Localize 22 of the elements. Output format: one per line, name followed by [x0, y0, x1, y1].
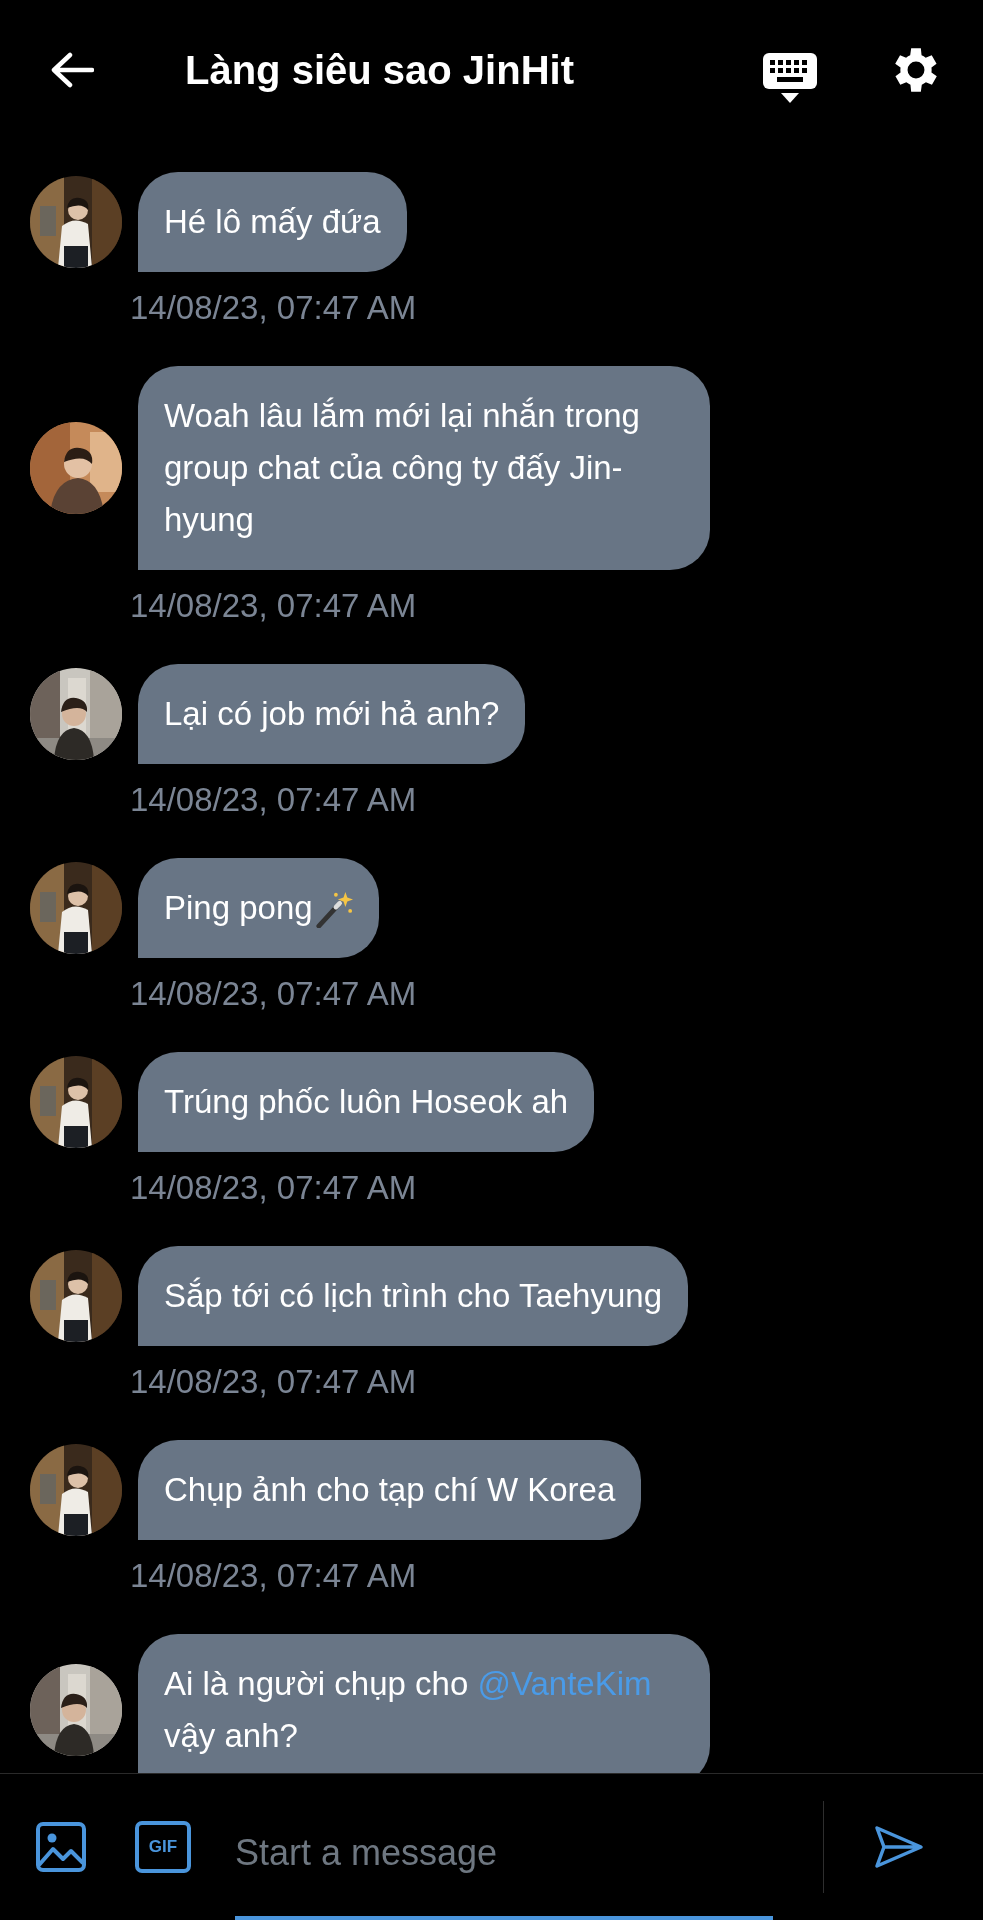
- timestamp: 14/08/23, 07:47 AM: [130, 288, 418, 328]
- timestamp: 14/08/23, 07:47 AM: [130, 780, 418, 820]
- timestamp: 14/08/23, 07:47 AM: [130, 586, 418, 626]
- chat-title: Làng siêu sao JinHit: [185, 47, 575, 93]
- timestamp: 14/08/23, 07:47 AM: [130, 974, 418, 1014]
- message-input[interactable]: Start a message: [235, 1774, 773, 1920]
- message-text: Hé lô mấy đứa: [164, 202, 381, 242]
- send-icon[interactable]: [874, 1825, 924, 1869]
- timestamp: 14/08/23, 07:47 AM: [130, 1168, 418, 1208]
- image-icon[interactable]: [35, 1821, 87, 1873]
- message-text: Woah lâu lắm mới lại nhắn trong group chat của công ty đấy Jin-hyung: [164, 396, 641, 540]
- timestamp: 14/08/23, 07:47 AM: [130, 1362, 418, 1402]
- back-icon[interactable]: [50, 52, 94, 88]
- gif-button[interactable]: GIF: [135, 1821, 191, 1873]
- message-text: Trúng phốc luôn Hoseok ah: [164, 1082, 569, 1122]
- message-text: Ping pong: [164, 888, 313, 928]
- message-text: Sắp tới có lịch trình cho Taehyung: [164, 1276, 662, 1316]
- message-text: Ai là người chụp cho @VanteKim vậy anh?: [164, 1664, 653, 1756]
- keyboard-icon[interactable]: [763, 53, 817, 103]
- timestamp: 14/08/23, 07:47 AM: [130, 1556, 418, 1596]
- message-text: Lại có job mới hả anh?: [164, 694, 500, 734]
- message-text: Chụp ảnh cho tạp chí W Korea: [164, 1470, 616, 1510]
